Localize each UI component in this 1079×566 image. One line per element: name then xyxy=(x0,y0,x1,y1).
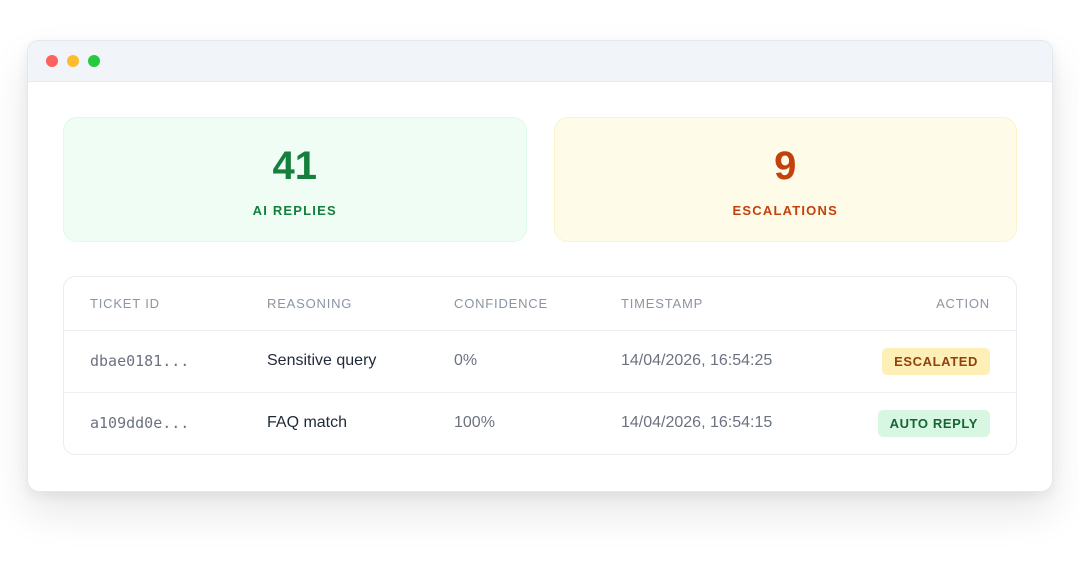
column-header-ticket-id: TICKET ID xyxy=(64,277,267,331)
escalations-label: ESCALATIONS xyxy=(732,202,838,218)
column-header-confidence: CONFIDENCE xyxy=(454,277,621,331)
window-titlebar xyxy=(28,41,1052,82)
ai-replies-card: 41 AI REPLIES xyxy=(63,117,527,242)
column-header-action: ACTION xyxy=(841,277,1016,331)
maximize-window-icon[interactable] xyxy=(88,55,100,67)
confidence-cell: 0% xyxy=(454,330,621,393)
action-cell: AUTO REPLY xyxy=(841,392,1016,454)
timestamp-cell: 14/04/2026, 16:54:25 xyxy=(621,330,841,393)
escalations-count: 9 xyxy=(774,143,797,188)
ai-replies-label: AI REPLIES xyxy=(252,202,337,218)
stats-row: 41 AI REPLIES 9 ESCALATIONS xyxy=(63,117,1017,242)
tickets-table: TICKET ID REASONING CONFIDENCE TIMESTAMP… xyxy=(64,277,1016,454)
table-header-row: TICKET ID REASONING CONFIDENCE TIMESTAMP… xyxy=(64,277,1016,331)
ai-replies-count: 41 xyxy=(272,143,318,188)
column-header-reasoning: REASONING xyxy=(267,277,454,331)
table-row[interactable]: dbae0181... Sensitive query 0% 14/04/202… xyxy=(64,330,1016,393)
reasoning-cell: Sensitive query xyxy=(267,330,454,393)
timestamp-cell: 14/04/2026, 16:54:15 xyxy=(621,414,773,432)
app-window: 41 AI REPLIES 9 ESCALATIONS TICKET ID RE… xyxy=(27,40,1053,492)
minimize-window-icon[interactable] xyxy=(67,55,79,67)
escalated-badge: ESCALATED xyxy=(882,347,990,375)
confidence-cell: 100% xyxy=(454,414,495,432)
ticket-id-cell: a109dd0e... xyxy=(90,414,190,433)
action-cell: ESCALATED xyxy=(841,330,1016,393)
reasoning-cell: FAQ match xyxy=(267,414,348,432)
table-row[interactable]: a109dd0e... FAQ match 100% 14/04/2026, 1… xyxy=(64,392,1016,454)
ticket-id-cell: dbae0181... xyxy=(64,330,267,393)
tickets-table-card: TICKET ID REASONING CONFIDENCE TIMESTAMP… xyxy=(63,276,1017,455)
column-header-timestamp: TIMESTAMP xyxy=(621,277,841,331)
dashboard-content: 41 AI REPLIES 9 ESCALATIONS TICKET ID RE… xyxy=(28,82,1052,455)
close-window-icon[interactable] xyxy=(46,55,58,67)
escalations-card: 9 ESCALATIONS xyxy=(553,117,1017,242)
auto-reply-badge: AUTO REPLY xyxy=(877,409,990,437)
